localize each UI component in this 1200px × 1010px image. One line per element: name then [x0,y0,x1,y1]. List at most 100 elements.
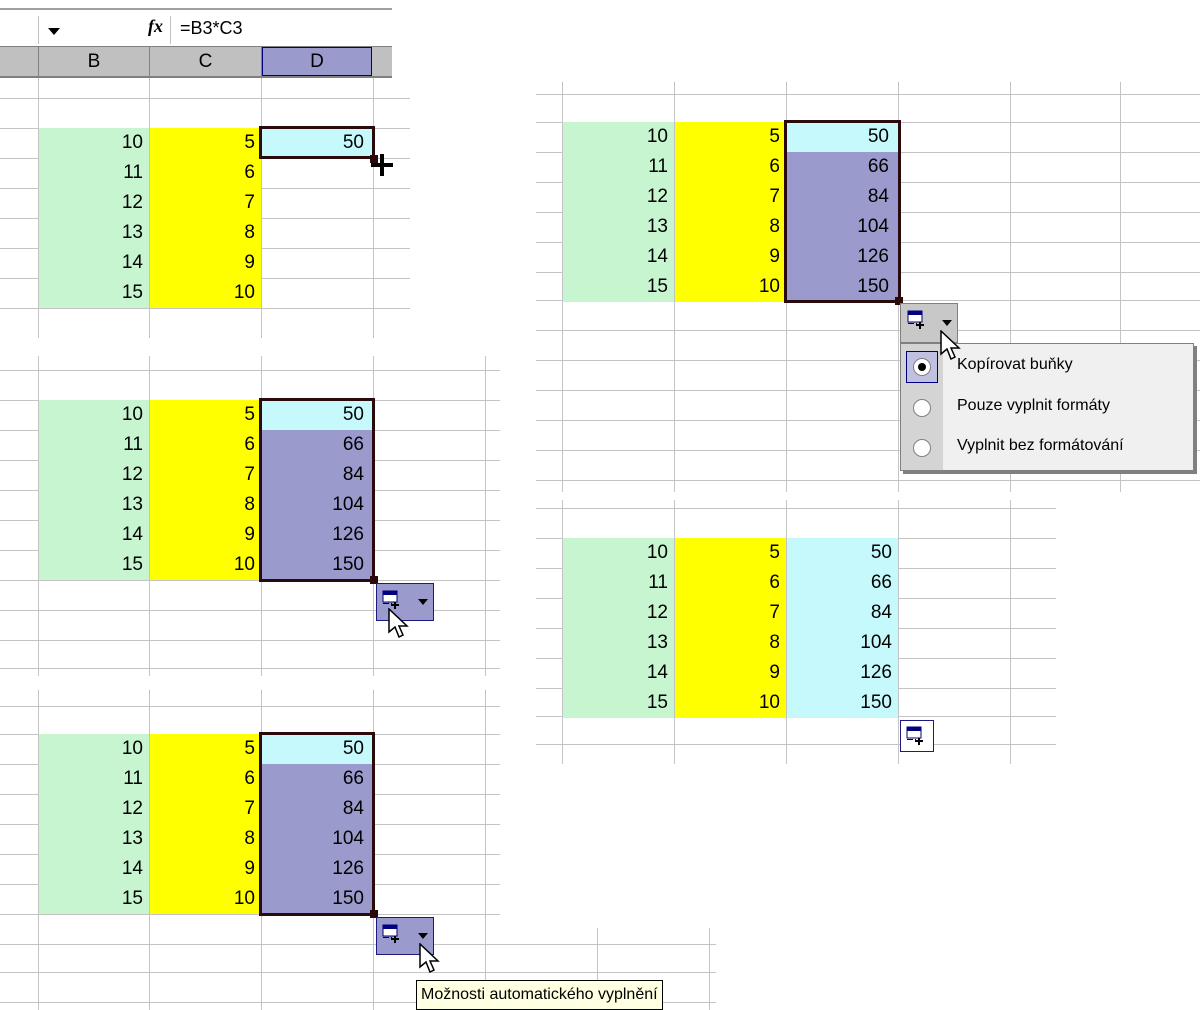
cell-c5[interactable]: 7 [675,598,786,628]
cell-b4[interactable]: 11 [39,764,149,794]
chevron-down-icon[interactable] [942,320,952,326]
cell-b6[interactable]: 13 [39,490,149,520]
cell-b6[interactable]: 13 [39,218,149,248]
radio-unchecked-icon[interactable] [913,399,931,417]
formula-bar: fx =B3*C3 [0,0,392,48]
cell-c8[interactable]: 10 [150,884,261,914]
cell-b7[interactable]: 14 [39,854,149,884]
column-header: B C D [0,46,392,78]
cell-b8[interactable]: 15 [39,884,149,914]
name-box[interactable] [0,16,82,44]
column-header-a[interactable] [0,47,39,76]
cell-b8[interactable]: 15 [39,550,149,580]
cell-b7[interactable]: 14 [563,658,674,688]
cell-b4[interactable]: 11 [39,158,149,188]
column-header-b[interactable]: B [39,47,150,76]
cell-c4[interactable]: 6 [150,430,261,460]
cell-b6[interactable]: 13 [39,824,149,854]
cell-b3[interactable]: 10 [39,400,149,430]
cell-b4[interactable]: 11 [563,152,674,182]
cell-b3[interactable]: 10 [39,734,149,764]
cell-c7[interactable]: 9 [675,242,786,272]
column-header-d[interactable]: D [262,47,372,76]
cell-c3[interactable]: 5 [150,400,261,430]
cell-b3[interactable]: 10 [563,538,674,568]
cell-c3[interactable]: 5 [150,128,261,158]
chevron-down-icon[interactable] [48,28,60,35]
cell-c6[interactable]: 8 [150,490,261,520]
cell-c4[interactable]: 6 [675,568,786,598]
autofill-options-icon [382,924,399,943]
cell-c5[interactable]: 7 [150,794,261,824]
cell-c7[interactable]: 9 [150,248,261,278]
cell-b6[interactable]: 13 [563,212,674,242]
cell-c4[interactable]: 6 [150,764,261,794]
cell-b6[interactable]: 13 [563,628,674,658]
cell-b5[interactable]: 12 [39,188,149,218]
cell-d3[interactable]: 50 [787,538,898,568]
arrow-pointer-icon [419,943,440,974]
cell-c8[interactable]: 10 [150,550,261,580]
crosshair-plus-icon [371,154,393,176]
cell-b4[interactable]: 11 [563,568,674,598]
cell-c5[interactable]: 7 [150,188,261,218]
cell-c7[interactable]: 9 [150,854,261,884]
cell-c7[interactable]: 9 [150,520,261,550]
cell-c5[interactable]: 7 [150,460,261,490]
chevron-down-icon[interactable] [418,599,428,605]
cell-c6[interactable]: 8 [150,824,261,854]
cell-c8[interactable]: 10 [675,272,786,302]
autofill-options-icon [906,726,923,745]
cell-b3[interactable]: 10 [563,122,674,152]
radio-unchecked-icon[interactable] [913,439,931,457]
cell-b5[interactable]: 12 [39,794,149,824]
column-header-c[interactable]: C [150,47,262,76]
autofill-options-icon [382,590,399,609]
cell-c4[interactable]: 6 [150,158,261,188]
cell-c7[interactable]: 9 [675,658,786,688]
column-c-label: C [198,51,213,72]
cell-b8[interactable]: 15 [563,272,674,302]
cell-b8[interactable]: 15 [39,278,149,308]
cell-c3[interactable]: 5 [675,122,786,152]
cell-c4[interactable]: 6 [675,152,786,182]
menu-item-fill-without-formatting[interactable]: Vyplnit bez formátování [901,429,1193,467]
menu-item-label: Vyplnit bez formátování [957,437,1124,454]
formula-bar-top-border [0,8,392,10]
cell-c3[interactable]: 5 [675,538,786,568]
formula-input[interactable]: =B3*C3 [180,18,243,39]
cell-c3[interactable]: 5 [150,734,261,764]
tooltip: Možnosti automatického vyplnění [416,980,663,1010]
name-box-separator [38,16,39,44]
cell-b3[interactable]: 10 [39,128,149,158]
cell-b5[interactable]: 12 [563,182,674,212]
cell-c5[interactable]: 7 [675,182,786,212]
cell-d8[interactable]: 150 [787,688,898,718]
cell-b5[interactable]: 12 [39,460,149,490]
tooltip-text: Možnosti automatického vyplnění [421,986,658,1003]
chevron-down-icon[interactable] [418,933,428,939]
cell-c6[interactable]: 8 [150,218,261,248]
cell-b7[interactable]: 14 [563,242,674,272]
active-cell-border [259,126,375,159]
menu-item-label: Kopírovat buňky [957,356,1073,373]
fx-icon[interactable]: fx [148,16,163,37]
cell-b4[interactable]: 11 [39,430,149,460]
cell-d4[interactable]: 66 [787,568,898,598]
cell-c8[interactable]: 10 [675,688,786,718]
radio-checked-icon[interactable] [913,358,931,376]
cell-b7[interactable]: 14 [39,520,149,550]
autofill-options-button[interactable] [900,720,934,752]
cell-b5[interactable]: 12 [563,598,674,628]
cell-d6[interactable]: 104 [787,628,898,658]
cell-b8[interactable]: 15 [563,688,674,718]
column-b-label: B [87,51,101,72]
arrow-pointer-icon [388,608,409,639]
cell-d5[interactable]: 84 [787,598,898,628]
menu-item-fill-formats-only[interactable]: Pouze vyplnit formáty [901,389,1193,427]
cell-c6[interactable]: 8 [675,212,786,242]
cell-c8[interactable]: 10 [150,278,261,308]
cell-b7[interactable]: 14 [39,248,149,278]
cell-c6[interactable]: 8 [675,628,786,658]
cell-d7[interactable]: 126 [787,658,898,688]
